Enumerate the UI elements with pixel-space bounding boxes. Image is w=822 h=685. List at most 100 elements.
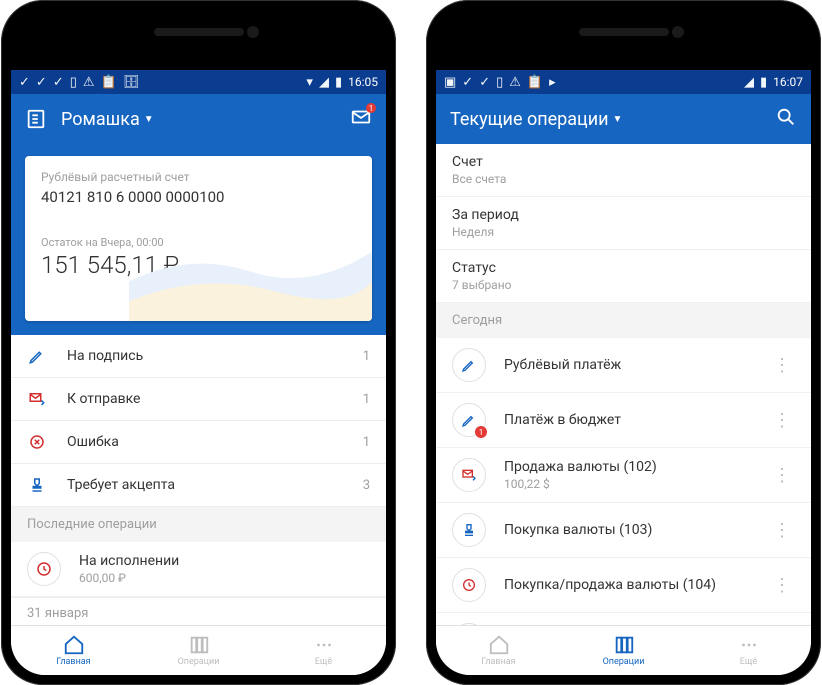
phone-frame-2: ▣ ✓ ✓ ▯ ⚠ 📋 ▸ ◢ ▮ 16:07 Текущие операции xyxy=(426,0,821,685)
row-label: К отправке xyxy=(67,391,343,407)
home-icon xyxy=(63,634,85,656)
home-icon xyxy=(488,634,510,656)
chevron-down-icon: ▼ xyxy=(613,114,623,125)
clipboard-icon: 📋 xyxy=(101,75,117,90)
nav-label: Операции xyxy=(178,657,220,667)
more-icon[interactable]: ⋮ xyxy=(769,355,795,376)
op-title: Продажа валюты (102) xyxy=(504,459,751,475)
bottom-nav: Главная Операции Ещё xyxy=(436,625,811,675)
mail-button[interactable]: 1 xyxy=(350,106,372,132)
check-icon: ✓ xyxy=(462,75,473,90)
image-icon: ▣ xyxy=(444,75,456,90)
row-accept[interactable]: Требует акцепта 3 xyxy=(11,464,386,507)
section-recent-header: Последние операции xyxy=(11,507,386,542)
toolbar: Текущие операции ▼ xyxy=(436,94,811,144)
books-icon xyxy=(188,634,210,656)
filter-period[interactable]: За период Неделя xyxy=(436,197,811,250)
op-sub: 600,00 ₽ xyxy=(79,571,370,585)
filter-value: Все счета xyxy=(452,172,795,186)
nav-home[interactable]: Главная xyxy=(11,626,136,675)
check-icon: ✓ xyxy=(36,75,47,90)
play-icon: ▸ xyxy=(549,75,556,90)
op-title: Рублёвый платёж xyxy=(504,357,751,373)
toolbar: Ромашка ▼ 1 xyxy=(11,94,386,144)
row-count: 3 xyxy=(363,478,370,493)
filter-value: Неделя xyxy=(452,225,795,239)
company-icon[interactable] xyxy=(25,108,47,130)
op-row[interactable]: Продажа валюты (102) 100,22 $ ⋮ xyxy=(436,448,811,503)
chart-wave-icon xyxy=(129,222,372,321)
row-label: Требует акцепта xyxy=(67,477,343,493)
balance-card[interactable]: Рублёвый расчетный счет 40121 810 6 0000… xyxy=(25,156,372,321)
phone-speaker xyxy=(154,28,244,36)
warning-icon: ⚠ xyxy=(509,75,521,90)
phone-camera xyxy=(672,26,684,38)
stamp-icon xyxy=(27,476,47,494)
filter-value: 7 выбрано xyxy=(452,278,795,292)
device-icon: ▯ xyxy=(496,75,503,90)
op-title: Платёж в бюджет xyxy=(504,412,751,428)
briefcase-icon: 🗄 xyxy=(123,75,140,90)
more-icon[interactable]: ⋮ xyxy=(769,410,795,431)
op-row[interactable]: Покупка/продажа валюты (104) ⋮ xyxy=(436,558,811,613)
nav-label: Главная xyxy=(56,657,90,667)
dots-icon xyxy=(313,634,335,656)
check-icon: ✓ xyxy=(19,75,30,90)
pen-icon xyxy=(27,347,47,365)
more-icon[interactable]: ⋮ xyxy=(769,465,795,486)
phone-camera xyxy=(247,26,259,38)
row-count: 1 xyxy=(363,435,370,450)
status-bar: ✓ ✓ ✓ ▯ ⚠ 📋 🗄 ▾ ◢ ▮ 16:05 xyxy=(11,70,386,94)
account-type-label: Рублёвый расчетный счет xyxy=(41,170,356,184)
mail-send-icon xyxy=(27,390,47,408)
wifi-icon: ▾ xyxy=(306,75,313,90)
toolbar-title-label: Текущие операции xyxy=(450,109,609,130)
stamp-icon xyxy=(452,513,486,547)
section-today-header: Сегодня xyxy=(436,303,811,338)
check-icon: ✓ xyxy=(53,75,64,90)
op-title: На исполнении xyxy=(79,553,370,569)
more-icon[interactable]: ⋮ xyxy=(769,575,795,596)
nav-label: Главная xyxy=(481,657,515,667)
op-row[interactable]: Обязательная продажа валютной вы… ⋮ xyxy=(436,613,811,625)
date-footer: 31 января xyxy=(11,597,386,625)
row-count: 1 xyxy=(363,392,370,407)
row-error[interactable]: Ошибка 1 xyxy=(11,421,386,464)
filter-label: За период xyxy=(452,207,795,223)
nav-home[interactable]: Главная xyxy=(436,626,561,675)
row-send[interactable]: К отправке 1 xyxy=(11,378,386,421)
bottom-nav: Главная Операции Ещё xyxy=(11,625,386,675)
op-row[interactable]: Рублёвый платёж ⋮ xyxy=(436,338,811,393)
row-count: 1 xyxy=(363,349,370,364)
nav-more[interactable]: Ещё xyxy=(686,626,811,675)
check-icon: ✓ xyxy=(479,75,490,90)
op-title: Покупка валюты (103) xyxy=(504,522,751,538)
toolbar-title-dropdown[interactable]: Ромашка ▼ xyxy=(61,109,336,130)
toolbar-title-label: Ромашка xyxy=(61,109,140,130)
phone-speaker xyxy=(579,28,669,36)
nav-ops[interactable]: Операции xyxy=(561,626,686,675)
nav-label: Ещё xyxy=(740,657,757,667)
mail-badge: 1 xyxy=(366,103,376,113)
toolbar-title-dropdown[interactable]: Текущие операции ▼ xyxy=(450,109,761,130)
notification-badge: 1 xyxy=(475,426,487,438)
more-icon[interactable]: ⋮ xyxy=(769,520,795,541)
mail-send-icon xyxy=(452,458,486,492)
op-row[interactable]: 1 Платёж в бюджет ⋮ xyxy=(436,393,811,448)
recent-op-row[interactable]: На исполнении 600,00 ₽ xyxy=(11,542,386,597)
filter-status[interactable]: Статус 7 выбрано xyxy=(436,250,811,303)
account-number: 40121 810 6 0000 0000100 xyxy=(41,188,356,206)
nav-ops[interactable]: Операции xyxy=(136,626,261,675)
nav-more[interactable]: Ещё xyxy=(261,626,386,675)
row-label: На подпись xyxy=(67,348,343,364)
battery-icon: ▮ xyxy=(335,75,342,90)
op-row[interactable]: Покупка валюты (103) ⋮ xyxy=(436,503,811,558)
search-button[interactable] xyxy=(775,106,797,132)
status-time: 16:05 xyxy=(348,75,378,89)
filter-account[interactable]: Счет Все счета xyxy=(436,144,811,197)
row-sign[interactable]: На подпись 1 xyxy=(11,335,386,378)
filter-label: Статус xyxy=(452,260,795,276)
clock-icon xyxy=(452,568,486,602)
op-title: Покупка/продажа валюты (104) xyxy=(504,577,751,593)
books-icon xyxy=(613,634,635,656)
